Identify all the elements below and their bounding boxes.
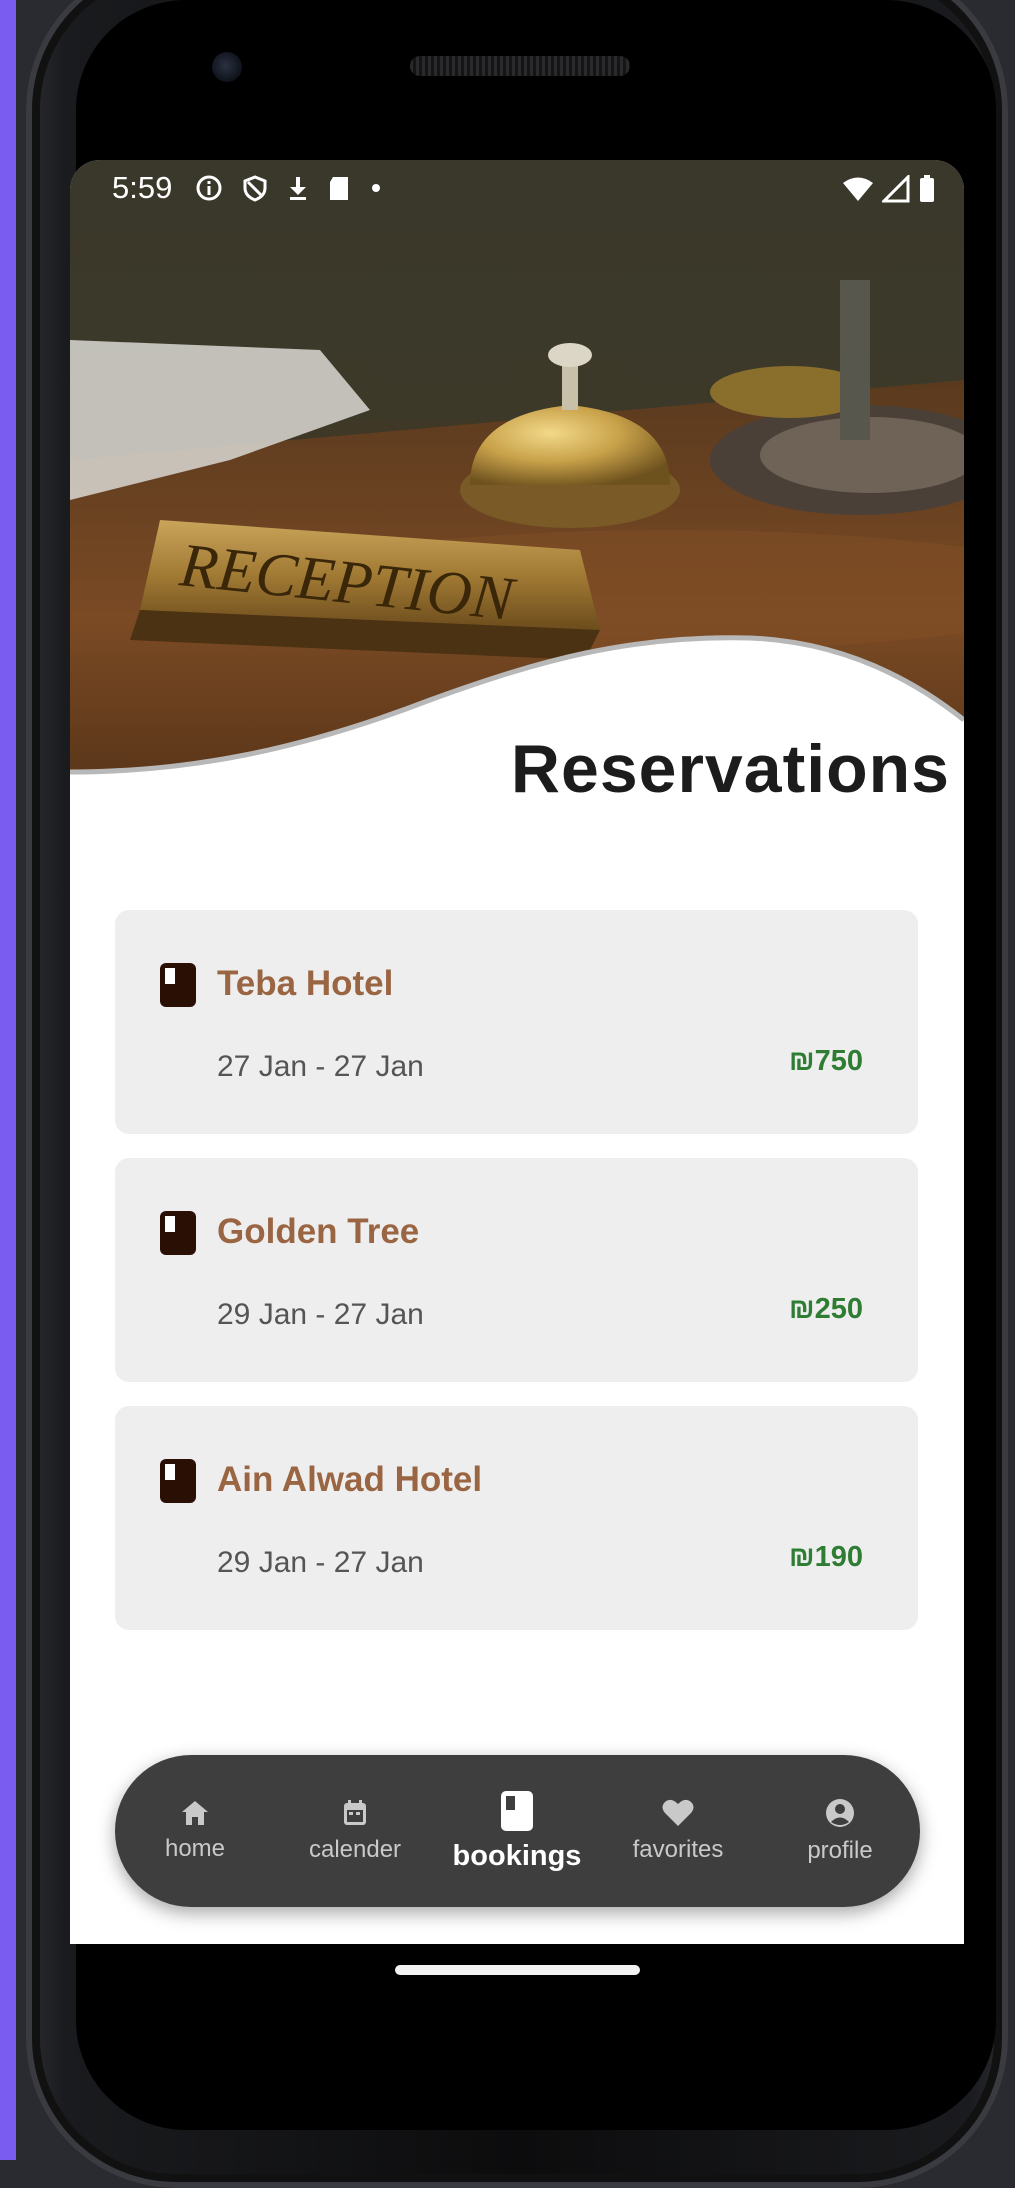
shield-icon [243, 175, 267, 202]
battery-icon [920, 175, 934, 202]
wifi-icon [843, 177, 873, 201]
reservation-card-ain-alwad[interactable]: Ain Alwad Hotel 29 Jan - 27 Jan ₪190 [115, 1406, 918, 1630]
info-icon [196, 175, 222, 201]
background-edge [0, 0, 16, 2160]
status-icons-right [842, 174, 936, 204]
reservation-price: ₪190 [788, 1541, 863, 1573]
hero-header: RECEPTION 5:59 Reservations [70, 160, 964, 860]
status-icons-left [195, 174, 383, 202]
booking-icon [160, 1459, 196, 1503]
home-indicator[interactable] [395, 1965, 640, 1975]
reservation-dates: 29 Jan - 27 Jan [217, 1298, 424, 1331]
reservations-list: Teba Hotel 27 Jan - 27 Jan ₪750 Golden T… [115, 910, 918, 1654]
nav-item-profile[interactable]: profile [765, 1755, 915, 1907]
dot-icon [372, 184, 380, 192]
profile-icon [826, 1799, 854, 1827]
nav-item-home[interactable]: home [120, 1755, 270, 1907]
signal-icon [882, 175, 910, 203]
status-time: 5:59 [112, 170, 173, 205]
home-icon [182, 1801, 208, 1825]
nav-label: bookings [452, 1839, 582, 1872]
calendar-icon [344, 1800, 366, 1825]
bottom-navigation: home calender bookings favorites profile [115, 1755, 920, 1907]
reservation-card-golden-tree[interactable]: Golden Tree 29 Jan - 27 Jan ₪250 [115, 1158, 918, 1382]
nav-label: home [164, 1835, 226, 1862]
hotel-name: Teba Hotel [217, 964, 394, 1003]
app-screen: RECEPTION 5:59 Reservations Teba Hotel 2… [70, 160, 964, 1944]
nav-item-bookings[interactable]: bookings [442, 1755, 592, 1907]
heart-icon [662, 1799, 694, 1826]
nav-item-calender[interactable]: calender [280, 1755, 430, 1907]
reservation-dates: 27 Jan - 27 Jan [217, 1050, 424, 1083]
sd-card-icon [330, 177, 348, 200]
reservation-price: ₪250 [788, 1293, 863, 1325]
nav-label: favorites [632, 1836, 724, 1863]
reservation-dates: 29 Jan - 27 Jan [217, 1546, 424, 1579]
bookings-icon [501, 1790, 533, 1831]
nav-label: calender [308, 1836, 402, 1863]
nav-item-favorites[interactable]: favorites [603, 1755, 753, 1907]
nav-label: profile [807, 1837, 873, 1864]
reservation-card-teba[interactable]: Teba Hotel 27 Jan - 27 Jan ₪750 [115, 910, 918, 1134]
status-bar: 5:59 [70, 160, 964, 220]
hotel-name: Ain Alwad Hotel [217, 1460, 483, 1499]
booking-icon [160, 963, 196, 1007]
front-camera [212, 52, 242, 82]
download-icon [290, 177, 306, 200]
earpiece-speaker [410, 56, 630, 76]
booking-icon [160, 1211, 196, 1255]
page-title: Reservations [510, 731, 950, 807]
reservation-price: ₪750 [788, 1045, 863, 1077]
hotel-name: Golden Tree [217, 1212, 420, 1251]
